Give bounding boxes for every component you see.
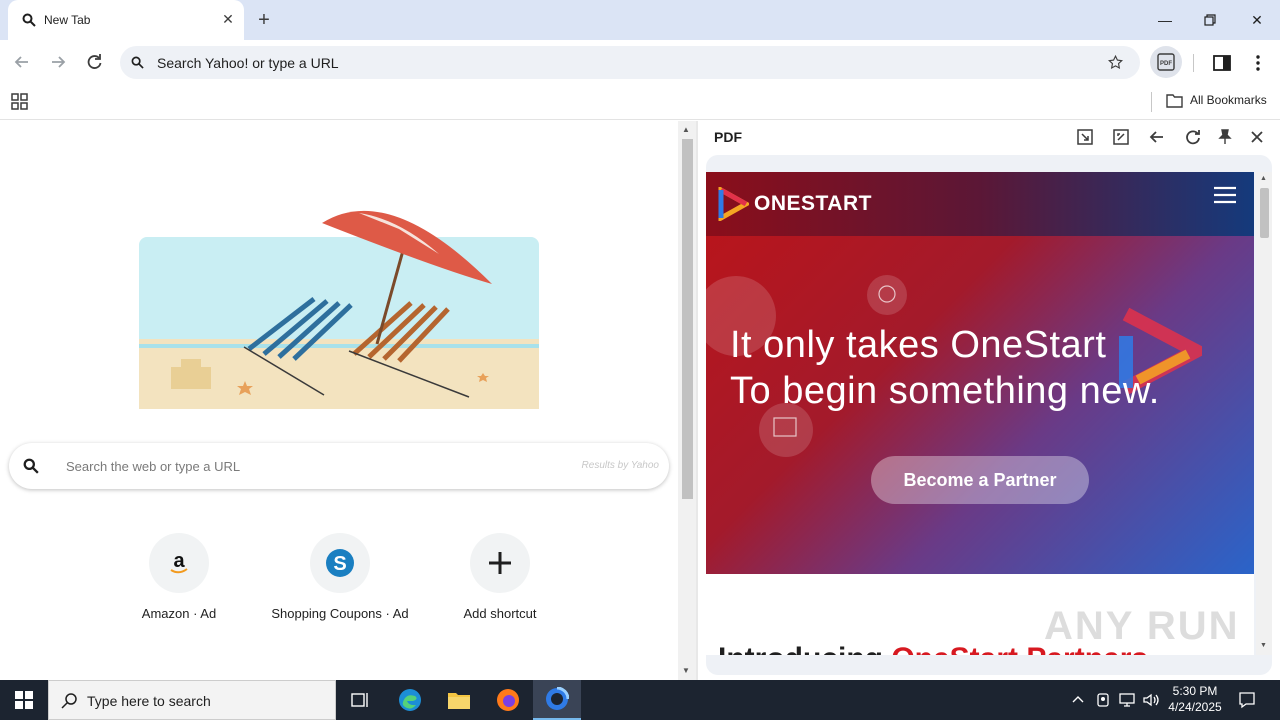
folder-icon [1166, 94, 1183, 108]
taskbar: Type here to search 5:30 PM 4/24/2025 [0, 680, 1280, 720]
firefox-icon [497, 689, 519, 711]
search-icon [22, 13, 36, 27]
pdf-extension-button[interactable]: PDF [1150, 46, 1182, 78]
onestart-hero: It only takes OneStart To begin somethin… [706, 236, 1254, 574]
search-provider-label: Results by Yahoo [581, 460, 659, 471]
scroll-up-arrow-icon[interactable]: ▲ [1260, 175, 1267, 182]
all-bookmarks-label[interactable]: All Bookmarks [1190, 93, 1267, 107]
open-external-icon[interactable] [1075, 127, 1095, 147]
volume-icon[interactable] [1142, 692, 1160, 708]
star-bookmark-icon[interactable] [1107, 54, 1124, 71]
newtab-search-placeholder: Search the web or type a URL [66, 459, 241, 474]
notifications-icon[interactable] [1238, 691, 1256, 709]
shortcut-label: Add shortcut [463, 606, 537, 621]
taskbar-file-explorer[interactable] [435, 680, 483, 720]
page-scrollbar[interactable]: ▲ ▼ [678, 121, 696, 680]
tab-title: New Tab [44, 13, 91, 27]
toolbar: Search Yahoo! or type a URL PDF [0, 40, 1280, 86]
minimize-icon[interactable]: — [1155, 10, 1175, 30]
apps-grid-icon[interactable] [11, 93, 28, 110]
new-tab-page: Search the web or type a URL Results by … [0, 121, 678, 680]
scroll-down-arrow-icon[interactable]: ▼ [682, 666, 690, 675]
new-tab-button[interactable]: + [254, 10, 274, 30]
task-view-button[interactable] [336, 680, 384, 720]
tab-strip: New Tab ✕ + — ✕ [0, 0, 1280, 40]
pdf-viewer-frame: ONESTART It only takes OneStart To begin… [706, 155, 1272, 675]
folder-icon [448, 693, 470, 709]
bookmarks-divider [1151, 92, 1152, 112]
pdf-scrollbar[interactable]: ▲ ▼ [1256, 172, 1272, 655]
hamburger-menu-icon[interactable] [1213, 186, 1237, 204]
pdf-icon: PDF [1157, 53, 1175, 71]
side-panel: PDF ONESTART It only takes OneStart To b… [698, 121, 1280, 680]
expand-icon[interactable] [1111, 127, 1131, 147]
reload-icon[interactable] [1183, 127, 1203, 147]
become-partner-button[interactable]: Become a Partner [871, 456, 1089, 504]
bookmarks-bar: All Bookmarks [0, 86, 1280, 120]
menu-kebab-icon[interactable] [1250, 53, 1266, 73]
close-window-icon[interactable]: ✕ [1247, 10, 1267, 30]
forward-icon[interactable] [46, 50, 70, 74]
hero-headline-line-1: It only takes OneStart [730, 324, 1107, 366]
reload-icon[interactable] [82, 50, 106, 74]
edge-icon [399, 689, 421, 711]
omnibox[interactable]: Search Yahoo! or type a URL [120, 46, 1140, 79]
svg-text:S: S [333, 553, 346, 575]
start-button[interactable] [0, 680, 48, 720]
taskbar-onestart-browser[interactable] [533, 680, 581, 720]
side-panel-title: PDF [714, 129, 742, 145]
onestart-brand: ONESTART [754, 192, 872, 215]
task-view-icon [351, 693, 368, 707]
close-icon[interactable] [1247, 127, 1267, 147]
clock[interactable]: 5:30 PM 4/24/2025 [1162, 683, 1228, 715]
restore-icon[interactable] [1200, 10, 1220, 30]
taskbar-search-placeholder: Type here to search [87, 693, 211, 709]
shortcut-amazon[interactable]: a Amazon · Ad [99, 533, 259, 621]
plus-icon [470, 533, 530, 593]
taskbar-search-box[interactable]: Type here to search [48, 680, 336, 720]
shortcut-add[interactable]: Add shortcut [420, 533, 580, 621]
svg-text:a: a [173, 550, 185, 572]
back-icon[interactable] [10, 50, 34, 74]
hero-headline-line-2: To begin something new. [730, 370, 1160, 412]
meet-now-icon[interactable] [1095, 692, 1111, 708]
back-arrow-icon[interactable] [1147, 127, 1167, 147]
clock-date: 4/24/2025 [1168, 700, 1222, 714]
taskbar-firefox[interactable] [484, 680, 532, 720]
search-icon [23, 458, 39, 474]
side-panel-icon[interactable] [1212, 53, 1232, 73]
anyrun-watermark: ANY RUN [1044, 604, 1240, 648]
intro-heading-text: Introducing [718, 642, 891, 655]
taskbar-edge[interactable] [386, 680, 434, 720]
search-icon [131, 56, 144, 69]
pin-icon[interactable] [1215, 127, 1235, 147]
onestart-header: ONESTART [706, 172, 1254, 236]
shortcut-label: Shopping Coupons · Ad [271, 606, 409, 621]
onestart-logo-icon [718, 187, 749, 221]
shortcut-shopping-coupons[interactable]: S Shopping Coupons · Ad [260, 533, 420, 621]
onestart-browser-icon [546, 687, 569, 710]
omnibox-placeholder: Search Yahoo! or type a URL [157, 55, 339, 71]
scrollbar-thumb[interactable] [1260, 188, 1269, 238]
scroll-down-arrow-icon[interactable]: ▼ [1260, 642, 1267, 649]
toolbar-divider [1193, 54, 1194, 72]
scrollbar-thumb[interactable] [682, 139, 693, 499]
scroll-up-arrow-icon[interactable]: ▲ [682, 125, 690, 134]
search-icon [61, 693, 77, 709]
svg-text:PDF: PDF [1160, 61, 1172, 67]
windows-logo-icon [15, 691, 33, 709]
shortcut-label: Amazon · Ad [141, 606, 217, 621]
chevron-up-icon[interactable] [1071, 693, 1085, 707]
newtab-search-box[interactable]: Search the web or type a URL Results by … [9, 443, 669, 489]
shopping-coupons-icon: S [310, 533, 370, 593]
decorative-badge-icon [867, 275, 907, 315]
onestart-webpage[interactable]: ONESTART It only takes OneStart To begin… [706, 172, 1254, 655]
amazon-icon: a [149, 533, 209, 593]
beach-illustration [139, 210, 539, 409]
network-icon[interactable] [1118, 692, 1136, 708]
tab-close-icon[interactable]: ✕ [220, 11, 236, 27]
clock-time: 5:30 PM [1172, 684, 1218, 698]
tab-new-tab[interactable]: New Tab ✕ [8, 0, 244, 40]
